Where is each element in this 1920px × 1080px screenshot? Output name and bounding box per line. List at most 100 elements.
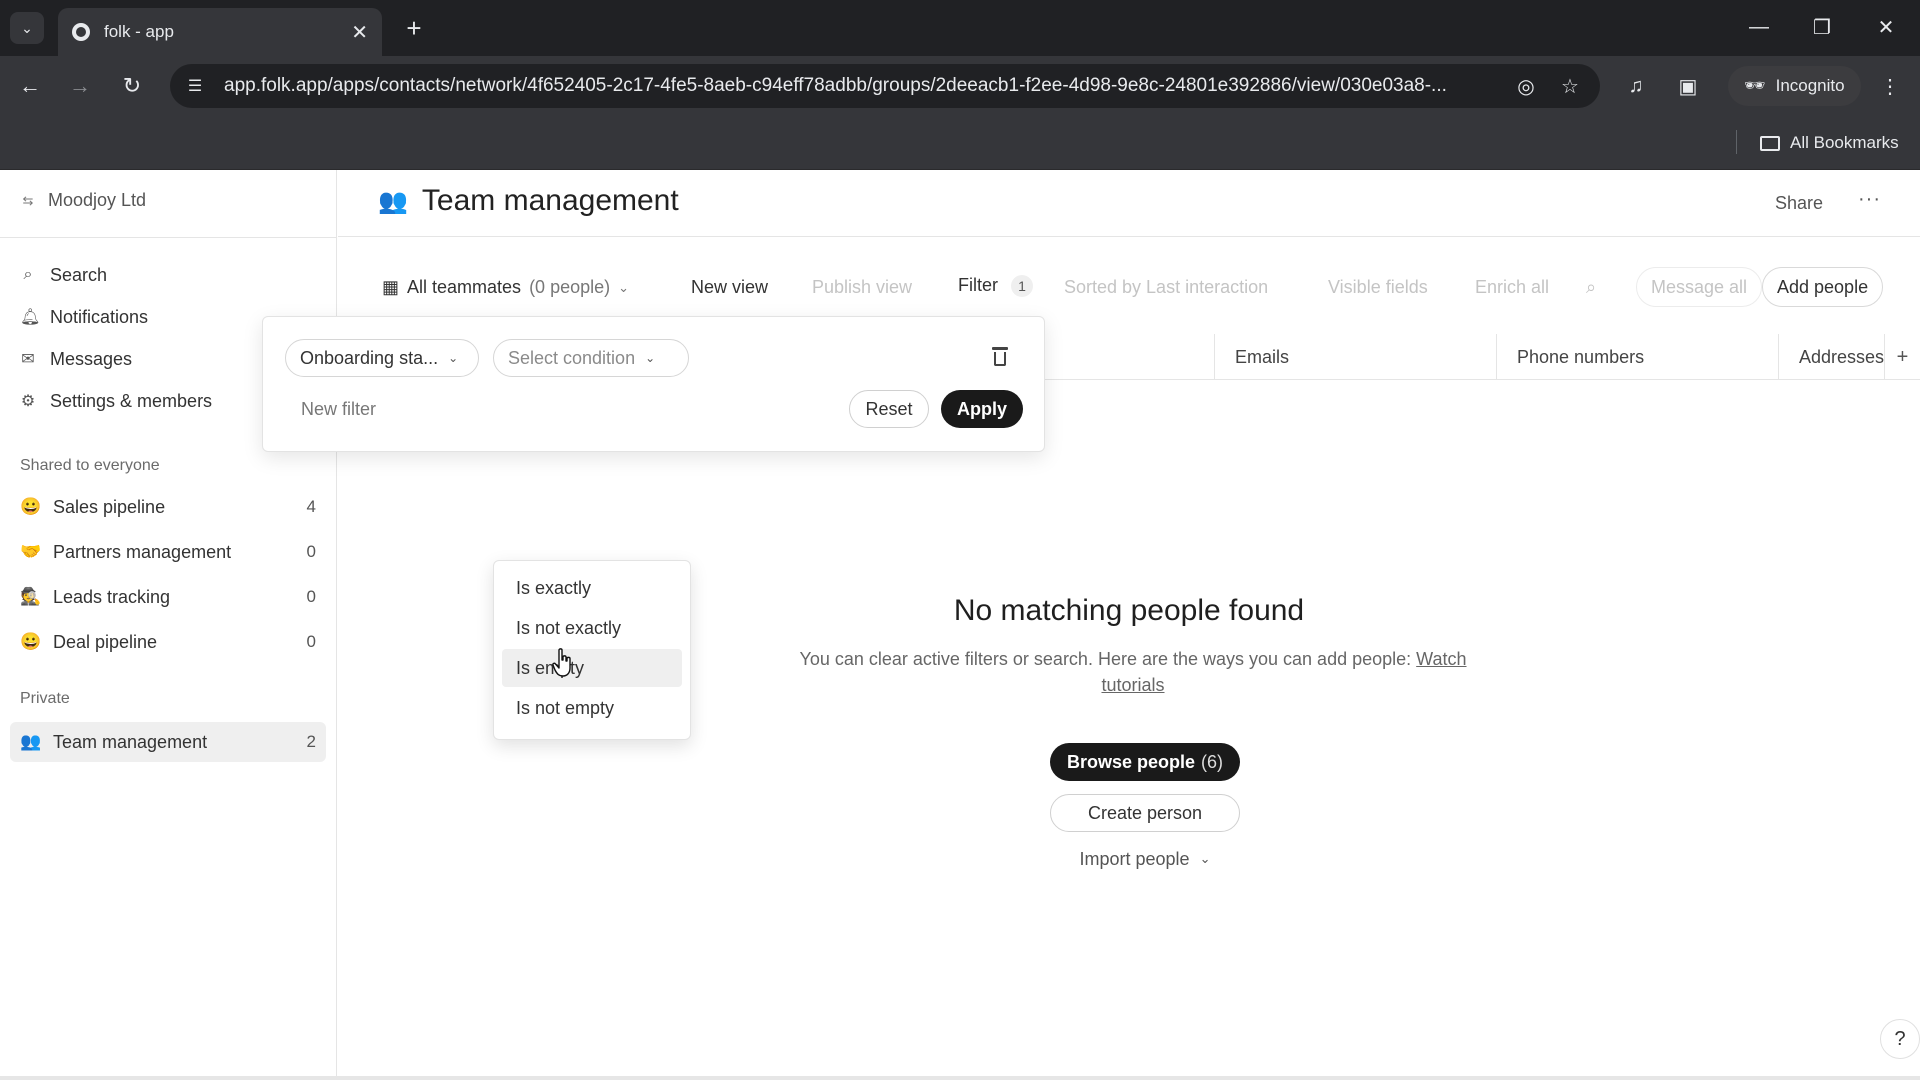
group-emoji-icon: 😀 — [20, 632, 42, 651]
help-button[interactable]: ? — [1880, 1019, 1920, 1059]
page-title: Team management — [421, 184, 679, 217]
browser-toolbar: ← → ↻ ☰ app.folk.app/apps/contacts/netwo… — [0, 56, 1920, 116]
view-toolbar: ▦ All teammates (0 people) ⌄ New view Pu… — [338, 267, 1920, 311]
add-column-icon[interactable]: + — [1884, 334, 1920, 380]
group-name: Team management — [53, 731, 208, 752]
sort-button[interactable]: Sorted by Last interaction — [1064, 277, 1268, 298]
all-bookmarks-button[interactable]: All Bookmarks — [1760, 128, 1899, 158]
forward-icon[interactable]: → — [62, 68, 98, 104]
group-emoji-icon: 😀 — [20, 497, 42, 516]
group-name: Deal pipeline — [53, 631, 158, 652]
sidebar-item-notifications[interactable]: 🔔︎ Notifications — [20, 301, 148, 333]
sidebar-group-leads-tracking[interactable]: 🕵 Leads tracking 0 — [10, 577, 326, 617]
hand-cursor-icon — [552, 648, 571, 677]
folk-favicon-icon — [72, 23, 90, 41]
sidebar-item-messages[interactable]: ✉ Messages — [20, 343, 132, 375]
chevron-down-icon: ⌄ — [645, 351, 656, 365]
new-view-button[interactable]: New view — [691, 277, 768, 298]
condition-option-is-not-empty[interactable]: Is not empty — [502, 689, 682, 727]
chevron-down-icon: ⌄ — [1199, 851, 1211, 866]
filter-field-select[interactable]: Onboarding sta... ⌄ — [285, 339, 479, 377]
more-options-icon[interactable]: ··· — [1858, 188, 1881, 211]
create-person-button[interactable]: Create person — [1050, 794, 1240, 832]
incognito-badge[interactable]: 🕶 Incognito — [1728, 66, 1861, 106]
new-tab-icon[interactable]: + — [398, 12, 430, 44]
eye-off-icon[interactable]: ◎ — [1510, 70, 1542, 102]
browse-people-button[interactable]: Browse people (6) — [1050, 743, 1240, 781]
reset-button[interactable]: Reset — [849, 390, 929, 428]
filter-field-value: Onboarding sta... — [300, 347, 439, 368]
column-addresses[interactable]: Addresses — [1778, 334, 1884, 380]
condition-option-is-exactly[interactable]: Is exactly — [502, 569, 682, 607]
bottom-scroll-track — [0, 1076, 1920, 1080]
new-filter-button[interactable]: New filter — [301, 399, 376, 420]
star-bookmark-icon[interactable]: ☆ — [1554, 70, 1586, 102]
group-name: Partners management — [53, 541, 232, 562]
folk-app: ⇆ Moodjoy Ltd ⌕ Search 🔔︎ Notifications … — [0, 170, 1920, 1080]
browser-tab[interactable]: folk - app ✕ — [58, 8, 382, 56]
group-emoji-icon: 🕵 — [20, 587, 42, 606]
browse-people-count: (6) — [1201, 751, 1224, 772]
filter-count-badge: 1 — [1011, 275, 1034, 297]
search-icon[interactable]: ⌕ — [1586, 277, 1596, 298]
shared-section-heading: Shared to everyone — [20, 457, 160, 474]
all-bookmarks-label: All Bookmarks — [1790, 133, 1899, 152]
back-icon[interactable]: ← — [12, 68, 48, 104]
trash-lid — [992, 347, 1008, 350]
workspace-name: Moodjoy Ltd — [48, 190, 147, 210]
column-phone-numbers[interactable]: Phone numbers — [1496, 334, 1778, 380]
import-people-label: Import people — [1079, 848, 1190, 869]
add-people-button[interactable]: Add people — [1762, 267, 1884, 307]
side-panel-icon[interactable]: ▣ — [1670, 68, 1706, 104]
message-all-button[interactable]: Message all — [1636, 267, 1763, 307]
site-info-icon[interactable]: ☰ — [184, 75, 206, 97]
incognito-icon: 🕶 — [1744, 76, 1766, 95]
view-name: All teammates — [407, 277, 522, 297]
group-count: 0 — [306, 542, 316, 561]
folder-icon — [1760, 135, 1780, 151]
trash-icon[interactable] — [991, 347, 1009, 367]
sidebar-divider — [0, 237, 337, 238]
browser-menu-icon[interactable]: ⋮ — [1872, 68, 1908, 104]
view-count: (0 people) — [529, 277, 611, 297]
url-text[interactable]: app.folk.app/apps/contacts/network/4f652… — [224, 75, 1498, 97]
close-tab-icon[interactable]: ✕ — [351, 20, 368, 45]
column-emails[interactable]: Emails — [1214, 334, 1496, 380]
sidebar-group-partners-management[interactable]: 🤝 Partners management 0 — [10, 532, 326, 572]
workspace-toggle-icon: ⇆ — [22, 192, 34, 208]
restore-icon[interactable]: ❐ — [1798, 10, 1846, 44]
sidebar-group-sales-pipeline[interactable]: 😀 Sales pipeline 4 — [10, 487, 326, 527]
sidebar-item-label: Settings & members — [50, 390, 213, 411]
share-button[interactable]: Share — [1775, 193, 1823, 214]
import-people-dropdown[interactable]: Import people ⌄ — [1050, 844, 1240, 874]
sidebar-item-label: Notifications — [50, 306, 149, 327]
view-selector-dropdown[interactable]: ▦ All teammates (0 people) ⌄ — [382, 277, 629, 298]
minimize-icon[interactable]: — — [1735, 10, 1783, 44]
bookmarks-bar: All Bookmarks — [0, 116, 1920, 170]
private-section-heading: Private — [20, 690, 70, 707]
publish-view-button[interactable]: Publish view — [812, 277, 912, 298]
sidebar-group-team-management[interactable]: 👥 Team management 2 — [10, 722, 326, 762]
mail-icon: ✉ — [21, 351, 35, 368]
reload-icon[interactable]: ↻ — [114, 68, 150, 104]
filter-condition-select[interactable]: Select condition ⌄ — [493, 339, 689, 377]
sidebar-item-search[interactable]: ⌕ Search — [20, 259, 108, 291]
filter-button[interactable]: Filter 1 — [958, 275, 1034, 297]
condition-option-is-not-exactly[interactable]: Is not exactly — [502, 609, 682, 647]
sidebar-item-settings[interactable]: ⚙ Settings & members — [20, 385, 212, 417]
search-icon: ⌕ — [23, 266, 33, 283]
apply-button[interactable]: Apply — [941, 390, 1023, 428]
empty-state-description: You can clear active filters or search. … — [778, 646, 1488, 698]
filter-popover: Onboarding sta... ⌄ Select condition ⌄ N… — [262, 316, 1045, 452]
condition-option-is-empty[interactable]: Is empty — [502, 649, 682, 687]
close-window-icon[interactable]: ✕ — [1862, 10, 1910, 44]
sidebar: ⇆ Moodjoy Ltd ⌕ Search 🔔︎ Notifications … — [0, 170, 337, 1080]
visible-fields-button[interactable]: Visible fields — [1328, 277, 1428, 298]
address-bar[interactable]: ☰ app.folk.app/apps/contacts/network/4f6… — [170, 64, 1600, 108]
tab-search-chevron-icon[interactable]: ⌄ — [10, 12, 44, 44]
sidebar-group-deal-pipeline[interactable]: 😀 Deal pipeline 0 — [10, 622, 326, 662]
media-control-icon[interactable]: ♫ — [1618, 68, 1654, 104]
workspace-switcher[interactable]: ⇆ Moodjoy Ltd — [20, 190, 147, 211]
enrich-all-button[interactable]: Enrich all — [1475, 277, 1549, 298]
tab-title: folk - app — [104, 22, 174, 41]
